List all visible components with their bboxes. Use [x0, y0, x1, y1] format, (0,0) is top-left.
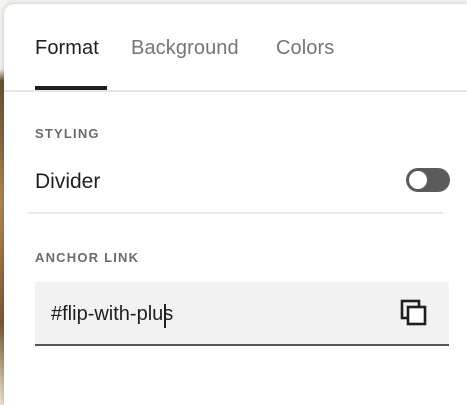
tab-colors[interactable]: Colors	[276, 37, 334, 60]
copy-button[interactable]	[398, 297, 430, 329]
tab-bar: Format Background Colors	[4, 4, 467, 92]
divider-label: Divider	[35, 170, 101, 193]
active-tab-indicator	[35, 86, 107, 90]
text-caret	[164, 304, 166, 328]
tab-background[interactable]: Background	[131, 37, 239, 60]
settings-panel: Format Background Colors STYLING Divider…	[4, 4, 467, 405]
row-divider-line	[28, 212, 443, 214]
toggle-knob	[409, 171, 427, 189]
copy-icon	[400, 299, 427, 326]
divider-toggle[interactable]	[406, 168, 450, 192]
anchor-link-section-label: ANCHOR LINK	[35, 250, 140, 265]
styling-section-label: STYLING	[35, 126, 100, 141]
anchor-link-input[interactable]	[51, 300, 371, 328]
tab-format[interactable]: Format	[35, 37, 99, 60]
anchor-link-field	[35, 282, 449, 346]
